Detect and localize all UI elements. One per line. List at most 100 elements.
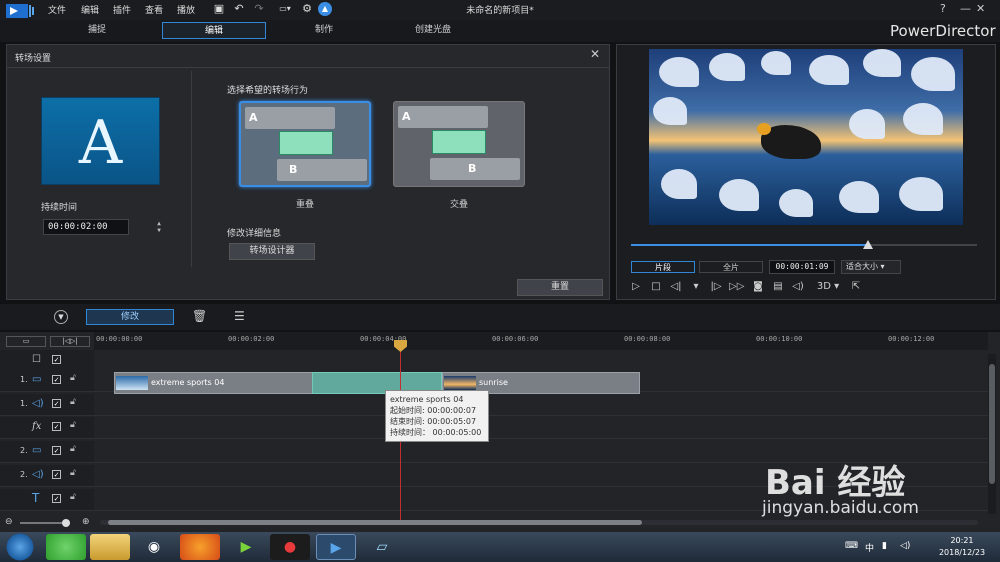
transition-fragment [809,55,849,85]
tab-create-disc[interactable]: 创建光盘 [381,22,485,39]
list-icon[interactable]: ☰ [234,309,245,323]
zoom-select-value: 适合大小 [846,262,878,271]
save-icon[interactable]: ▣ [212,2,226,16]
lock-icon[interactable]: 🔓︎ [70,444,76,454]
lock-icon[interactable]: 🔓︎ [70,397,76,407]
track-enable-checkbox[interactable]: ✓ [52,422,61,431]
project-title: 未命名的新项目* [466,6,534,16]
timeline-view-button[interactable]: ▭ [6,336,46,347]
tab-edit[interactable]: 编辑 [162,22,266,39]
lock-icon[interactable]: 🔓︎ [70,492,76,502]
lock-icon[interactable]: 🔓︎ [70,373,76,383]
account-icon[interactable]: ▲ [318,2,332,16]
track-enable-checkbox[interactable]: ✓ [52,355,61,364]
timecode-display[interactable]: 00:00:01:09 [769,260,835,274]
zoom-select[interactable]: 适合大小 ▾ [841,260,901,274]
track-number: 1. [20,399,28,408]
start-button[interactable] [4,532,36,562]
horizontal-scrollbar[interactable] [100,520,978,525]
track-enable-checkbox[interactable]: ✓ [52,399,61,408]
close-window-button[interactable]: ✕ [976,2,985,15]
transition-designer-button[interactable]: 转场设计器 [229,243,315,260]
close-icon[interactable]: ✕ [590,47,600,61]
firefox-icon[interactable] [180,534,220,560]
time-ruler[interactable]: 00:00:00:00 00:00:02:00 00:00:04:00 00:0… [94,332,988,350]
track-header-master: ☐ ✓ [0,350,94,372]
tick-label: 00:00:08:00 [624,335,671,343]
fit-timeline-button[interactable]: |◁▷| [50,336,90,347]
transition-fragment [653,97,687,125]
undock-icon[interactable]: ⇱ [849,280,863,294]
powerdirector-taskbar-icon[interactable]: ▶ [316,534,356,560]
vertical-scroll-thumb[interactable] [989,364,995,484]
input-language[interactable]: 中 [865,541,874,554]
3d-toggle[interactable]: 3D ▾ [813,280,843,294]
network-icon[interactable]: ▮ [882,541,887,551]
menu-plugins[interactable]: 插件 [113,3,131,16]
file-explorer-icon[interactable] [90,534,130,560]
track-enable-checkbox[interactable]: ✓ [52,494,61,503]
menu-file[interactable]: 文件 [48,3,66,16]
minimize-button[interactable]: — [960,2,971,15]
play-icon[interactable]: ▷ [629,280,643,294]
record-icon[interactable]: ● [270,534,310,560]
notepad-icon[interactable]: ▱ [362,534,402,560]
tab-clip-mode[interactable]: 片段 [631,261,695,273]
chevron-down-icon[interactable]: ▼ [54,310,68,324]
snapshot-icon[interactable]: ◙ [751,280,765,294]
watermark-logo: Bai 经验 [765,463,906,503]
zoom-out-icon[interactable]: ⊖ [5,517,13,527]
subtitle-icon[interactable]: ▤ [771,280,785,294]
speaker-icon[interactable]: ◁) [900,541,910,551]
tab-capture[interactable]: 捕捉 [45,22,149,39]
cross-mode-option[interactable]: A B [393,101,525,187]
windows-taskbar: ◉ ▶ ● ▶ ▱ ⌨ 中 ▮ ◁) 20:21 2018/12/23 [0,532,1000,562]
menu-playback[interactable]: 播放 [177,3,195,16]
undo-icon[interactable]: ↶ [232,2,246,16]
scrub-track[interactable] [631,244,977,246]
horizontal-scroll-thumb[interactable] [108,520,642,525]
tick-label: 00:00:02:00 [228,335,275,343]
tab-produce[interactable]: 制作 [272,22,376,39]
redo-icon[interactable]: ↷ [252,2,266,16]
stop-icon[interactable]: □ [649,280,663,294]
lock-icon[interactable]: 🔓︎ [70,420,76,430]
menu-edit[interactable]: 编辑 [81,3,99,16]
scrub-handle[interactable] [863,240,873,249]
video-editor-icon[interactable]: ▶ [226,534,266,560]
lock-icon[interactable]: 🔓︎ [70,468,76,478]
track-enable-checkbox[interactable]: ✓ [52,446,61,455]
track-number: 2. [20,470,28,479]
keyboard-icon[interactable]: ⌨ [845,541,858,551]
tick-label: 00:00:00:00 [96,335,143,343]
trash-icon[interactable]: 🗑 [192,309,207,323]
clip-tooltip: extreme sports 04 起始时间: 00:00:00:07 结束时间… [385,390,489,442]
aspect-ratio-icon[interactable]: ▭▾ [274,2,296,16]
settings-gear-icon[interactable]: ⚙ [300,2,314,16]
next-frame-icon[interactable]: |▷ [709,280,723,294]
duration-stepper[interactable]: ▲ ▼ [154,220,164,234]
prev-frame-icon[interactable]: ◁| [669,280,683,294]
marker-icon[interactable]: ▾ [689,280,703,294]
zoom-in-icon[interactable]: ⊕ [82,517,90,527]
overlap-mode-option[interactable]: A B [239,101,371,187]
help-button[interactable]: ? [940,2,946,15]
zoom-slider-handle[interactable] [62,519,70,527]
track-enable-checkbox[interactable]: ✓ [52,375,61,384]
fx-track [94,417,988,439]
vertical-scrollbar[interactable] [988,354,996,514]
qq-icon[interactable]: ◉ [134,534,174,560]
taskbar-clock[interactable]: 20:21 2018/12/23 [928,535,996,559]
track-header-video-1: 1. ▭ ✓ 🔓︎ [0,370,94,392]
menu-view[interactable]: 查看 [145,3,163,16]
duration-field[interactable]: 00:00:02:00 ▲ ▼ [43,219,161,235]
reset-button[interactable]: 重置 [517,279,603,296]
volume-icon[interactable]: ◁) [791,280,805,294]
refresh-app-icon[interactable] [46,534,86,560]
modify-button[interactable]: 修改 [86,309,174,325]
3d-label: 3D [816,281,831,292]
fast-forward-icon[interactable]: ▷▷ [729,280,744,294]
tab-movie-mode[interactable]: 全片 [699,261,763,273]
track-enable-checkbox[interactable]: ✓ [52,470,61,479]
overlap-caption: 重叠 [295,200,314,210]
